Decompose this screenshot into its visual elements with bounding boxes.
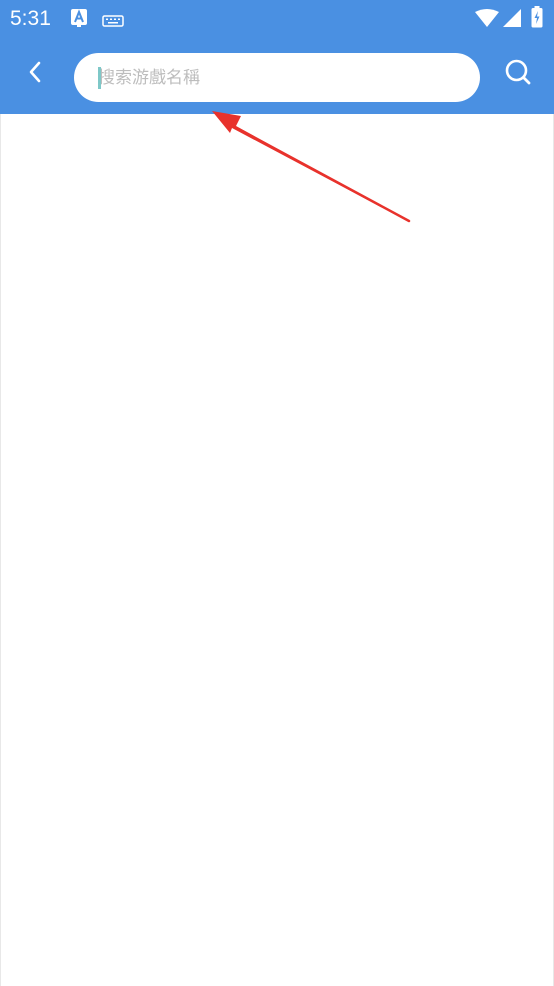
search-input[interactable]	[98, 53, 458, 102]
a11y-icon	[70, 8, 88, 32]
search-button[interactable]	[496, 52, 540, 96]
status-bar: 5:31	[0, 0, 554, 38]
app-bar	[0, 38, 554, 114]
search-box[interactable]	[74, 53, 480, 102]
search-icon	[504, 58, 532, 90]
signal-icon	[503, 9, 521, 31]
text-cursor	[98, 67, 101, 89]
battery-icon	[531, 6, 543, 32]
chevron-left-icon	[26, 60, 46, 88]
back-button[interactable]	[14, 52, 58, 96]
keyboard-icon	[102, 12, 124, 31]
content-area	[0, 114, 554, 986]
status-time: 5:31	[10, 7, 51, 30]
app-screen: 5:31	[0, 0, 554, 986]
wifi-icon	[475, 9, 499, 31]
